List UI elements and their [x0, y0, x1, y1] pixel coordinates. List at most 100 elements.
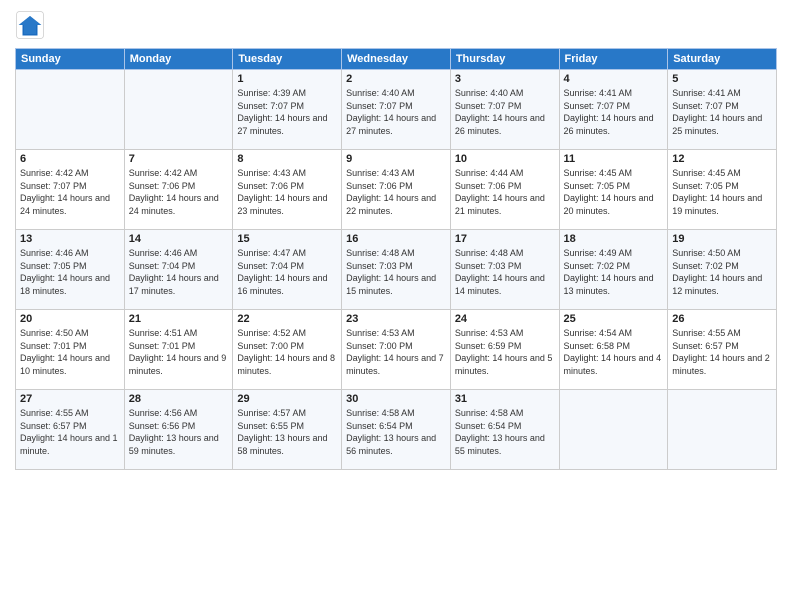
calendar-cell: 3 Sunrise: 4:40 AMSunset: 7:07 PMDaylight… [450, 70, 559, 150]
day-of-week-header: Sunday [16, 49, 125, 70]
calendar-cell: 23 Sunrise: 4:53 AMSunset: 7:00 PMDayligh… [342, 310, 451, 390]
calendar-week-row: 6 Sunrise: 4:42 AMSunset: 7:07 PMDaylight… [16, 150, 777, 230]
day-info: Sunrise: 4:46 AMSunset: 7:05 PMDaylight:… [20, 247, 120, 297]
calendar-cell: 17 Sunrise: 4:48 AMSunset: 7:03 PMDayligh… [450, 230, 559, 310]
day-info: Sunrise: 4:55 AMSunset: 6:57 PMDaylight:… [672, 327, 772, 377]
day-of-week-header: Saturday [668, 49, 777, 70]
calendar-cell: 27Sunrise: 4:55 AMSunset: 6:57 PMDayligh… [16, 390, 125, 470]
calendar-cell: 1Sunrise: 4:39 AMSunset: 7:07 PMDaylight… [233, 70, 342, 150]
calendar-cell [124, 70, 233, 150]
day-info: Sunrise: 4:45 AMSunset: 7:05 PMDaylight:… [672, 167, 772, 217]
day-number: 2 [346, 73, 446, 85]
day-info: Sunrise: 4:57 AMSunset: 6:55 PMDaylight:… [237, 407, 337, 457]
day-of-week-header: Monday [124, 49, 233, 70]
calendar-cell: 24 Sunrise: 4:53 AMSunset: 6:59 PMDayligh… [450, 310, 559, 390]
calendar-week-row: 27Sunrise: 4:55 AMSunset: 6:57 PMDayligh… [16, 390, 777, 470]
day-number: 3 [455, 73, 555, 85]
day-info: Sunrise: 4:48 AMSunset: 7:03 PMDaylight:… [455, 247, 555, 297]
day-number: 4 [564, 73, 664, 85]
calendar-cell: 12 Sunrise: 4:45 AMSunset: 7:05 PMDayligh… [668, 150, 777, 230]
calendar-cell: 14 Sunrise: 4:46 AMSunset: 7:04 PMDayligh… [124, 230, 233, 310]
calendar-cell: 19 Sunrise: 4:50 AMSunset: 7:02 PMDayligh… [668, 230, 777, 310]
day-number: 9 [346, 153, 446, 165]
day-number: 6 [20, 153, 120, 165]
day-info: Sunrise: 4:39 AMSunset: 7:07 PMDaylight:… [237, 87, 337, 137]
day-info: Sunrise: 4:51 AMSunset: 7:01 PMDaylight:… [129, 327, 229, 377]
day-number: 16 [346, 233, 446, 245]
day-number: 29 [237, 393, 337, 405]
day-of-week-header: Wednesday [342, 49, 451, 70]
day-of-week-header: Friday [559, 49, 668, 70]
day-number: 14 [129, 233, 229, 245]
calendar-cell: 26 Sunrise: 4:55 AMSunset: 6:57 PMDayligh… [668, 310, 777, 390]
day-number: 30 [346, 393, 446, 405]
calendar-week-row: 20 Sunrise: 4:50 AMSunset: 7:01 PMDayligh… [16, 310, 777, 390]
day-number: 13 [20, 233, 120, 245]
day-number: 12 [672, 153, 772, 165]
calendar-cell: 29 Sunrise: 4:57 AMSunset: 6:55 PMDayligh… [233, 390, 342, 470]
header [15, 10, 777, 40]
day-info: Sunrise: 4:55 AMSunset: 6:57 PMDaylight:… [20, 407, 120, 457]
calendar-cell: 20 Sunrise: 4:50 AMSunset: 7:01 PMDayligh… [16, 310, 125, 390]
day-info: Sunrise: 4:40 AMSunset: 7:07 PMDaylight:… [346, 87, 446, 137]
calendar-week-row: 13 Sunrise: 4:46 AMSunset: 7:05 PMDayligh… [16, 230, 777, 310]
day-number: 22 [237, 313, 337, 325]
day-info: Sunrise: 4:50 AMSunset: 7:01 PMDaylight:… [20, 327, 120, 377]
calendar-cell: 9Sunrise: 4:43 AMSunset: 7:06 PMDaylight… [342, 150, 451, 230]
day-number: 26 [672, 313, 772, 325]
day-info: Sunrise: 4:47 AMSunset: 7:04 PMDaylight:… [237, 247, 337, 297]
day-info: Sunrise: 4:53 AMSunset: 7:00 PMDaylight:… [346, 327, 446, 377]
calendar-cell [559, 390, 668, 470]
day-number: 8 [237, 153, 337, 165]
day-info: Sunrise: 4:45 AMSunset: 7:05 PMDaylight:… [564, 167, 664, 217]
calendar-cell: 7 Sunrise: 4:42 AMSunset: 7:06 PMDaylight… [124, 150, 233, 230]
day-number: 19 [672, 233, 772, 245]
day-info: Sunrise: 4:50 AMSunset: 7:02 PMDaylight:… [672, 247, 772, 297]
day-info: Sunrise: 4:42 AMSunset: 7:07 PMDaylight:… [20, 167, 120, 217]
day-info: Sunrise: 4:54 AMSunset: 6:58 PMDaylight:… [564, 327, 664, 377]
calendar-cell: 10 Sunrise: 4:44 AMSunset: 7:06 PMDayligh… [450, 150, 559, 230]
day-number: 18 [564, 233, 664, 245]
day-info: Sunrise: 4:41 AMSunset: 7:07 PMDaylight:… [564, 87, 664, 137]
day-number: 21 [129, 313, 229, 325]
day-number: 28 [129, 393, 229, 405]
calendar-cell: 18 Sunrise: 4:49 AMSunset: 7:02 PMDayligh… [559, 230, 668, 310]
day-info: Sunrise: 4:53 AMSunset: 6:59 PMDaylight:… [455, 327, 555, 377]
day-info: Sunrise: 4:41 AMSunset: 7:07 PMDaylight:… [672, 87, 772, 137]
day-info: Sunrise: 4:40 AMSunset: 7:07 PMDaylight:… [455, 87, 555, 137]
day-info: Sunrise: 4:49 AMSunset: 7:02 PMDaylight:… [564, 247, 664, 297]
day-info: Sunrise: 4:56 AMSunset: 6:56 PMDaylight:… [129, 407, 229, 457]
day-number: 25 [564, 313, 664, 325]
day-info: Sunrise: 4:48 AMSunset: 7:03 PMDaylight:… [346, 247, 446, 297]
day-info: Sunrise: 4:44 AMSunset: 7:06 PMDaylight:… [455, 167, 555, 217]
calendar-cell: 30 Sunrise: 4:58 AMSunset: 6:54 PMDayligh… [342, 390, 451, 470]
calendar-cell: 5Sunrise: 4:41 AMSunset: 7:07 PMDaylight… [668, 70, 777, 150]
day-number: 11 [564, 153, 664, 165]
day-number: 15 [237, 233, 337, 245]
day-number: 23 [346, 313, 446, 325]
day-info: Sunrise: 4:58 AMSunset: 6:54 PMDaylight:… [346, 407, 446, 457]
day-number: 17 [455, 233, 555, 245]
logo-icon [15, 10, 45, 40]
calendar-cell: 31Sunrise: 4:58 AMSunset: 6:54 PMDayligh… [450, 390, 559, 470]
day-number: 24 [455, 313, 555, 325]
calendar-cell: 28 Sunrise: 4:56 AMSunset: 6:56 PMDayligh… [124, 390, 233, 470]
calendar-cell: 4 Sunrise: 4:41 AMSunset: 7:07 PMDaylight… [559, 70, 668, 150]
day-info: Sunrise: 4:46 AMSunset: 7:04 PMDaylight:… [129, 247, 229, 297]
calendar-cell: 25 Sunrise: 4:54 AMSunset: 6:58 PMDayligh… [559, 310, 668, 390]
calendar-week-row: 1Sunrise: 4:39 AMSunset: 7:07 PMDaylight… [16, 70, 777, 150]
day-info: Sunrise: 4:42 AMSunset: 7:06 PMDaylight:… [129, 167, 229, 217]
logo [15, 10, 47, 40]
day-number: 20 [20, 313, 120, 325]
day-info: Sunrise: 4:43 AMSunset: 7:06 PMDaylight:… [237, 167, 337, 217]
calendar-header-row: SundayMondayTuesdayWednesdayThursdayFrid… [16, 49, 777, 70]
day-number: 7 [129, 153, 229, 165]
calendar-cell: 6 Sunrise: 4:42 AMSunset: 7:07 PMDaylight… [16, 150, 125, 230]
calendar-cell: 16 Sunrise: 4:48 AMSunset: 7:03 PMDayligh… [342, 230, 451, 310]
day-info: Sunrise: 4:58 AMSunset: 6:54 PMDaylight:… [455, 407, 555, 457]
page: SundayMondayTuesdayWednesdayThursdayFrid… [0, 0, 792, 612]
calendar-cell: 11 Sunrise: 4:45 AMSunset: 7:05 PMDayligh… [559, 150, 668, 230]
day-info: Sunrise: 4:52 AMSunset: 7:00 PMDaylight:… [237, 327, 337, 377]
calendar-cell [16, 70, 125, 150]
day-number: 10 [455, 153, 555, 165]
